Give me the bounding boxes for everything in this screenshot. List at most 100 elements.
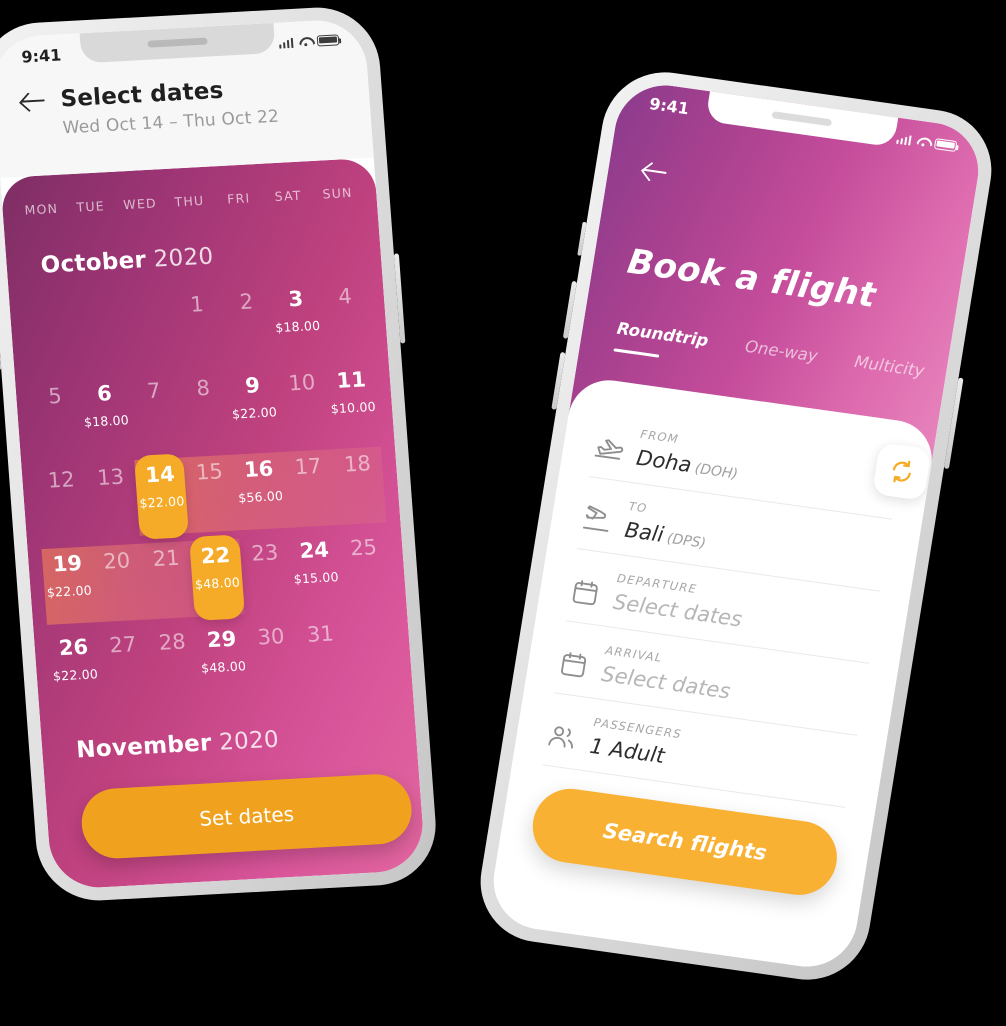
day-number: 26: [58, 634, 90, 661]
calendar-day-2[interactable]: 2: [220, 280, 276, 366]
day-price: $56.00: [237, 488, 284, 506]
day-number: 4: [337, 284, 353, 309]
dow-sat: SAT: [274, 187, 303, 205]
mute-switch-right[interactable]: [577, 221, 587, 256]
calendar-cell-empty: [121, 286, 177, 372]
wifi-icon: [298, 35, 313, 47]
mockup-stage: 9:41 Select dates Wed Oct 14 – Thu Oct 2…: [0, 0, 1006, 1026]
day-number: 24: [298, 537, 330, 564]
back-arrow-icon[interactable]: [20, 89, 48, 112]
calendar-cell-empty: [344, 610, 400, 696]
dow-mon: MON: [24, 200, 59, 218]
calendar-day-24[interactable]: 24 $15.00: [288, 529, 344, 615]
calendar-day-25[interactable]: 25: [337, 526, 393, 612]
calendar-day-5[interactable]: 5: [29, 375, 85, 461]
day-price: $10.00: [330, 398, 377, 417]
calendar-day-1[interactable]: 1: [171, 283, 227, 369]
day-number: 31: [306, 621, 335, 647]
screen-book-a-flight: 9:41 Book a flight Roundtrip One-way Multi…: [486, 79, 986, 973]
month-name: October: [39, 247, 148, 279]
page-title: Select dates: [59, 77, 225, 113]
swap-arrows-icon[interactable]: [871, 442, 932, 501]
day-number: 11: [335, 367, 367, 393]
calendar-day-15[interactable]: 15: [183, 451, 239, 537]
status-time-right: 9:41: [648, 93, 691, 118]
power-button-right[interactable]: [943, 377, 964, 470]
day-number: 10: [287, 370, 317, 396]
calendar-panel: MON TUE WED THU FRI SAT SUN October 2020 1 2 3 $1…: [0, 157, 427, 890]
day-number: 6: [96, 381, 113, 406]
calendar-day-8[interactable]: 8: [177, 367, 233, 453]
dow-thu: THU: [173, 192, 205, 210]
set-dates-button[interactable]: Set dates: [79, 772, 414, 861]
wifi-icon: [915, 135, 931, 148]
calendar-day-31[interactable]: 31: [294, 613, 350, 699]
day-price: $18.00: [274, 317, 321, 336]
calendar-day-27[interactable]: 27: [97, 624, 153, 710]
calendar-day-22[interactable]: 22 $48.00: [189, 534, 245, 621]
calendar-day-18[interactable]: 18: [331, 443, 387, 529]
plane-landing-icon: [580, 504, 615, 538]
calendar-icon: [568, 576, 603, 610]
calendar-icon: [556, 648, 591, 682]
calendar-cell-empty: [72, 288, 128, 374]
dow-sun: SUN: [321, 184, 354, 202]
day-number: 23: [250, 540, 280, 566]
calendar-day-30[interactable]: 30: [245, 616, 301, 702]
calendar-day-12[interactable]: 12: [35, 459, 91, 545]
day-number: 8: [195, 375, 211, 401]
day-number: 14: [144, 461, 176, 488]
day-number: 17: [293, 453, 323, 480]
calendar-day-10[interactable]: 10: [276, 362, 332, 448]
status-icons: [278, 33, 340, 49]
day-price: $22.00: [46, 582, 93, 600]
calendar-day-6[interactable]: 6 $18.00: [78, 372, 134, 458]
calendar-day-9[interactable]: 9 $22.00: [226, 364, 282, 450]
calendar-cell-empty: [23, 291, 79, 377]
status-time: 9:41: [20, 44, 62, 67]
calendar-day-19[interactable]: 19 $22.00: [41, 542, 97, 628]
calendar-grid: 1 2 3 $18.00 4 5 6 $18.00 7 8 9 $22.00 10 11 $10.00 12 1…: [8, 264, 413, 713]
day-number: 5: [47, 383, 63, 409]
calendar-day-11[interactable]: 11 $10.00: [325, 359, 381, 445]
calendar-day-21[interactable]: 21: [140, 537, 196, 623]
calendar-day-17[interactable]: 17: [282, 445, 338, 531]
calendar-day-29[interactable]: 29 $48.00: [195, 618, 251, 704]
calendar-day-20[interactable]: 20: [91, 540, 147, 626]
power-button[interactable]: [393, 253, 406, 344]
day-number: 19: [51, 550, 83, 577]
day-price: $48.00: [200, 658, 247, 676]
day-number: 16: [243, 456, 275, 483]
next-month-name: November: [75, 730, 213, 764]
phone-book-a-flight: 9:41 Book a flight Roundtrip One-way Multi…: [471, 64, 1001, 988]
airport-code: (DPS): [665, 530, 708, 552]
day-number: 20: [102, 548, 131, 574]
day-price: $22.00: [52, 666, 99, 684]
back-arrow-icon[interactable]: [641, 159, 670, 184]
day-number: 18: [343, 451, 372, 477]
calendar-day-3[interactable]: 3 $18.00: [270, 278, 326, 364]
calendar-day-13[interactable]: 13: [84, 456, 140, 542]
volume-down-button-right[interactable]: [551, 351, 566, 410]
day-number: 2: [238, 289, 254, 315]
day-number: 3: [287, 286, 304, 312]
day-price: $15.00: [293, 569, 340, 587]
volume-up-button-right[interactable]: [562, 280, 578, 339]
screen-select-dates: 9:41 Select dates Wed Oct 14 – Thu Oct 2…: [0, 18, 427, 890]
day-price: $48.00: [194, 574, 241, 592]
calendar-day-14[interactable]: 14 $22.00: [133, 453, 190, 540]
dow-wed: WED: [122, 195, 158, 213]
calendar-day-16[interactable]: 16 $56.00: [233, 448, 289, 534]
calendar-day-7[interactable]: 7: [128, 370, 184, 456]
booking-fields: FROM Doha(DOH) TO Bali(DPS) DEPARTURE Select …: [542, 405, 904, 808]
calendar-day-23[interactable]: 23: [239, 532, 295, 618]
calendar-day-26[interactable]: 26 $22.00: [47, 626, 103, 712]
calendar-day-28[interactable]: 28: [146, 621, 202, 707]
airport-code: (DOH): [693, 460, 739, 483]
calendar-day-4[interactable]: 4: [319, 275, 375, 361]
status-icons-right: [895, 132, 958, 152]
search-flights-button[interactable]: Search flights: [527, 784, 843, 900]
volume-down-button[interactable]: [0, 310, 2, 371]
battery-icon: [316, 33, 340, 47]
next-month-year: 2020: [218, 726, 280, 756]
